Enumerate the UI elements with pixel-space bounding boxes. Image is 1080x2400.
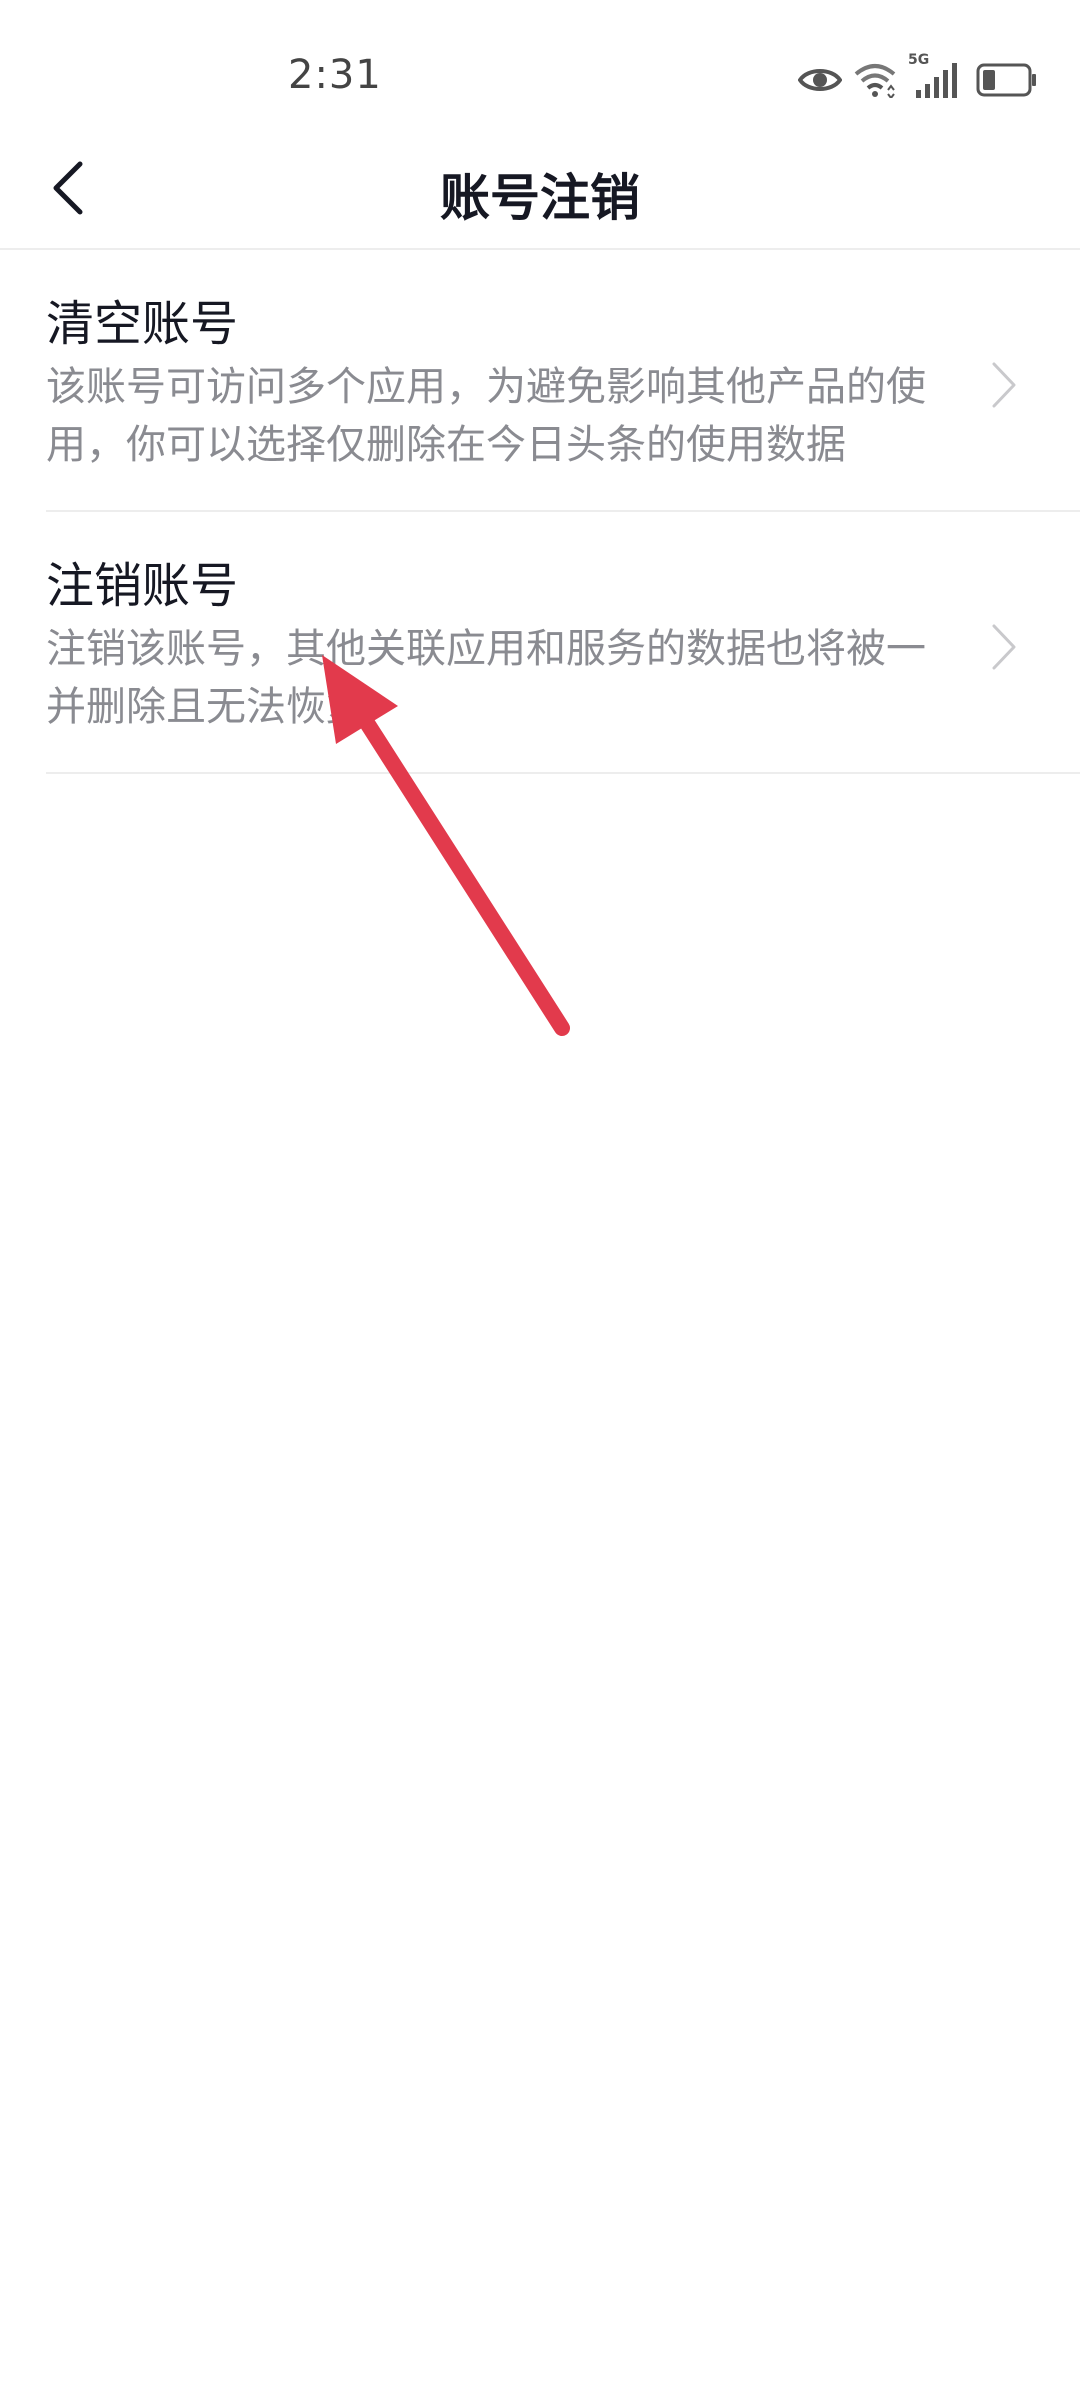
status-icons: 5G	[798, 52, 1038, 104]
deactivate-account-item[interactable]: 注销账号 注销该账号，其他关联应用和服务的数据也将被一并删除且无法恢复	[46, 512, 1080, 774]
item-description: 注销该账号，其他关联应用和服务的数据也将被一并删除且无法恢复	[46, 626, 926, 730]
item-title: 注销账号	[46, 558, 239, 614]
page-title: 账号注销	[440, 169, 640, 227]
battery-icon	[976, 63, 1038, 97]
item-description: 该账号可访问多个应用，为避免影响其他产品的使用，你可以选择仅删除在今日头条的使用…	[46, 364, 926, 468]
status-bar: 2:31 5G	[0, 0, 1080, 150]
clear-account-item[interactable]: 清空账号 该账号可访问多个应用，为避免影响其他产品的使用，你可以选择仅删除在今日…	[46, 250, 1080, 512]
chevron-right-icon	[984, 622, 1024, 672]
wifi-icon	[854, 62, 896, 98]
nav-bar: 账号注销	[0, 130, 1080, 250]
settings-list: 清空账号 该账号可访问多个应用，为避免影响其他产品的使用，你可以选择仅删除在今日…	[0, 250, 1080, 774]
item-title: 清空账号	[46, 296, 239, 352]
signal-icon: 5G	[908, 52, 964, 100]
eye-icon	[798, 64, 842, 96]
chevron-right-icon	[984, 360, 1024, 410]
status-time: 2:31	[288, 52, 382, 98]
